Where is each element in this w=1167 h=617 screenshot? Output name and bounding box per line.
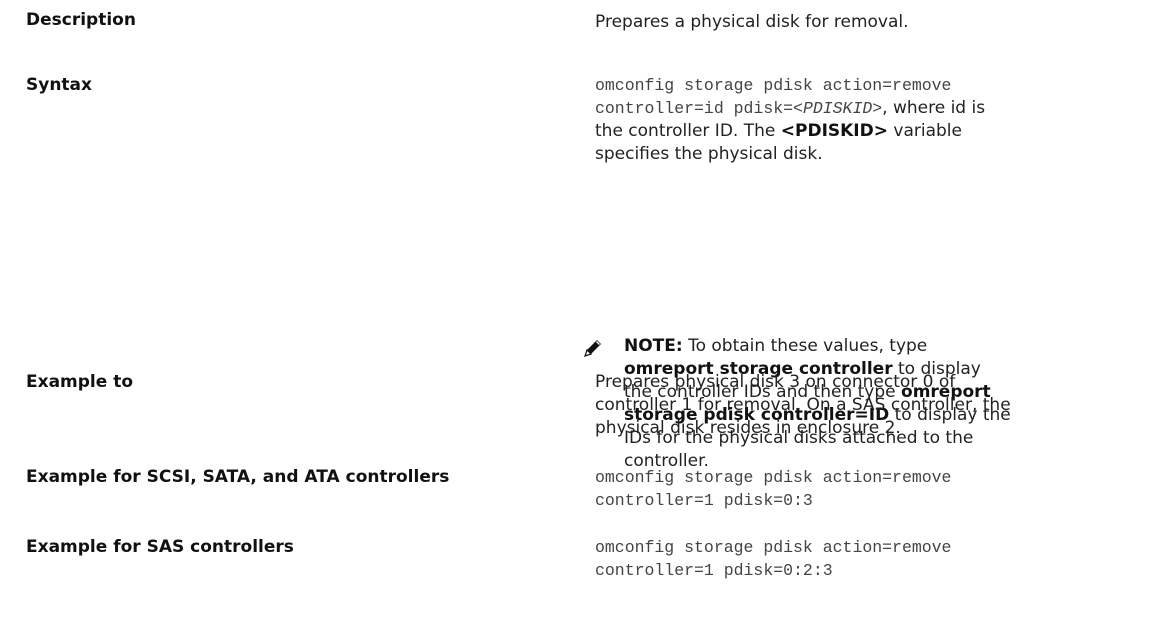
syntax-code-line2: controller=id pdisk=<PDISKID> xyxy=(595,99,882,118)
description-label: Description xyxy=(26,10,136,30)
example-sas-code-line1: omconfig storage pdisk action=remove xyxy=(595,538,952,557)
example-sas-value: omconfig storage pdisk action=remove con… xyxy=(595,536,1015,582)
pencil-note-icon xyxy=(582,337,604,359)
note-prefix: NOTE: xyxy=(624,336,683,356)
syntax-code-gt: > xyxy=(872,99,883,118)
example-scsi-code-line2: controller=1 pdisk=0:3 xyxy=(595,491,813,510)
syntax-value: omconfig storage pdisk action=remove con… xyxy=(595,74,1015,166)
note-text-1: To obtain these values, type xyxy=(682,336,928,356)
syntax-bold-variable: <PDISKID> xyxy=(780,121,888,141)
example-to-value: Prepares physical disk 3 on connector 0 … xyxy=(595,372,1011,438)
syntax-code-prefix: controller=id pdisk=< xyxy=(595,99,803,118)
syntax-code-variable: PDISKID xyxy=(802,99,873,118)
syntax-code-line1: omconfig storage pdisk action=remove xyxy=(595,76,952,95)
example-sas-label: Example for SAS controllers xyxy=(26,537,294,557)
example-scsi-value: omconfig storage pdisk action=remove con… xyxy=(595,466,1015,512)
description-value: Prepares a physical disk for removal. xyxy=(595,12,909,32)
syntax-label: Syntax xyxy=(26,75,92,95)
example-scsi-label: Example for SCSI, SATA, and ATA controll… xyxy=(26,467,450,487)
example-sas-code-line2: controller=1 pdisk=0:2:3 xyxy=(595,561,833,580)
example-to-label: Example to xyxy=(26,372,134,392)
example-scsi-code-line1: omconfig storage pdisk action=remove xyxy=(595,468,952,487)
